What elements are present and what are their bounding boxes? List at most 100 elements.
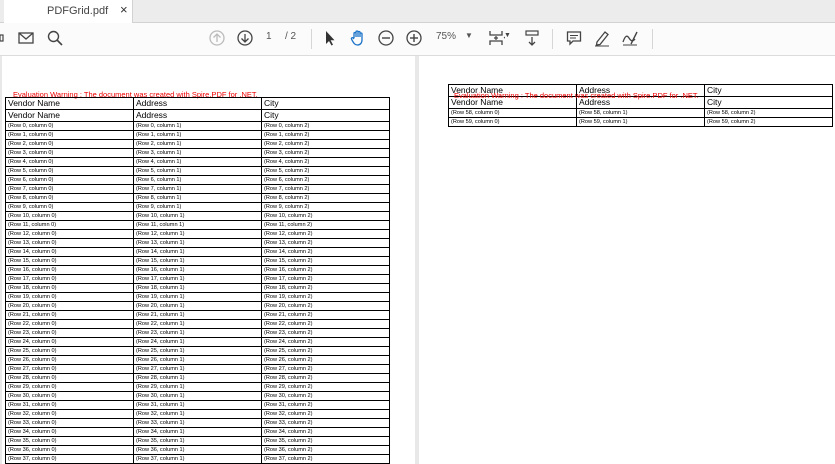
- table-cell: (Row 3, column 2): [261, 148, 390, 158]
- column-header: City: [261, 97, 390, 110]
- pdf-page-2: Vendor Name Address City Vendor Name Add…: [419, 56, 835, 464]
- table-cell: (Row 30, column 2): [261, 391, 390, 401]
- table-cell: (Row 18, column 1): [133, 283, 262, 293]
- table-cell: (Row 37, column 0): [5, 454, 134, 464]
- table-cell: (Row 9, column 0): [5, 202, 134, 212]
- table-row: (Row 33, column 0) (Row 33, column 1) (Row…: [5, 418, 390, 428]
- table-row: (Row 0, column 0) (Row 0, column 1) (Row 0…: [5, 121, 390, 131]
- next-page-icon[interactable]: [233, 26, 257, 50]
- table-cell: (Row 17, column 0): [5, 274, 134, 284]
- table-cell: (Row 12, column 2): [261, 229, 390, 239]
- toolbar-divider: [552, 29, 553, 49]
- table-cell: (Row 14, column 1): [133, 247, 262, 257]
- table-cell: (Row 15, column 1): [133, 256, 262, 266]
- zoom-out-icon[interactable]: [374, 26, 398, 50]
- toolbar-divider: [311, 29, 312, 49]
- table-cell: (Row 7, column 0): [5, 184, 134, 194]
- table-cell: (Row 29, column 2): [261, 382, 390, 392]
- table-cell: (Row 31, column 2): [261, 400, 390, 410]
- table-row: (Row 32, column 0) (Row 32, column 1) (Row…: [5, 409, 390, 419]
- comment-icon[interactable]: [562, 26, 586, 50]
- table-cell: (Row 17, column 2): [261, 274, 390, 284]
- table-cell: (Row 14, column 0): [5, 247, 134, 257]
- tab-title: PDFGrid.pdf: [47, 5, 109, 17]
- sidebar-toggle-icon[interactable]: [0, 26, 8, 50]
- table-cell: (Row 32, column 0): [5, 409, 134, 419]
- table-row: (Row 11, column 0) (Row 11, column 1) (Row…: [5, 220, 390, 230]
- table-cell: (Row 35, column 2): [261, 436, 390, 446]
- table-row: (Row 4, column 0) (Row 4, column 1) (Row 4…: [5, 157, 390, 167]
- table-cell: (Row 1, column 2): [261, 130, 390, 140]
- table-row: (Row 35, column 0) (Row 35, column 1) (Row…: [5, 436, 390, 446]
- table-cell: (Row 24, column 0): [5, 337, 134, 347]
- table-row: (Row 23, column 0) (Row 23, column 1) (Row…: [5, 328, 390, 338]
- table-cell: (Row 6, column 2): [261, 175, 390, 185]
- search-icon[interactable]: [43, 26, 67, 50]
- table-cell: (Row 58, column 2): [704, 108, 833, 118]
- table-cell: (Row 29, column 0): [5, 382, 134, 392]
- table-cell: (Row 5, column 2): [261, 166, 390, 176]
- table-cell: (Row 34, column 2): [261, 427, 390, 437]
- table-row: (Row 31, column 0) (Row 31, column 1) (Row…: [5, 400, 390, 410]
- table-cell: (Row 3, column 1): [133, 148, 262, 158]
- zoom-in-icon[interactable]: [402, 26, 426, 50]
- table-cell: (Row 15, column 0): [5, 256, 134, 266]
- table-cell: (Row 34, column 0): [5, 427, 134, 437]
- table-row: (Row 26, column 0) (Row 26, column 1) (Row…: [5, 355, 390, 365]
- chevron-down-icon[interactable]: ▼: [504, 32, 511, 39]
- table-cell: (Row 59, column 2): [704, 117, 833, 127]
- table-row: (Row 19, column 0) (Row 19, column 1) (Row…: [5, 292, 390, 302]
- pdf-page-1: Evaluation Warning : The document was cr…: [2, 56, 415, 464]
- scroll-mode-icon[interactable]: [520, 26, 544, 50]
- table-cell: (Row 10, column 0): [5, 211, 134, 221]
- table-cell: (Row 25, column 0): [5, 346, 134, 356]
- table-cell: (Row 19, column 0): [5, 292, 134, 302]
- table-cell: (Row 29, column 1): [133, 382, 262, 392]
- select-cursor-icon[interactable]: [318, 26, 342, 50]
- table-cell: (Row 10, column 1): [133, 211, 262, 221]
- table-cell: (Row 18, column 0): [5, 283, 134, 293]
- column-header: City: [704, 96, 833, 109]
- column-header: Address: [133, 109, 262, 122]
- previous-page-icon[interactable]: [205, 26, 229, 50]
- email-icon[interactable]: [14, 26, 38, 50]
- page-number-input[interactable]: 1: [266, 31, 272, 42]
- table-row: (Row 37, column 0) (Row 37, column 1) (Row…: [5, 454, 390, 464]
- table-cell: (Row 34, column 1): [133, 427, 262, 437]
- table-cell: (Row 28, column 0): [5, 373, 134, 383]
- table-cell: (Row 13, column 1): [133, 238, 262, 248]
- table-row: (Row 1, column 0) (Row 1, column 1) (Row 1…: [5, 130, 390, 140]
- table-row: (Row 5, column 0) (Row 5, column 1) (Row 5…: [5, 166, 390, 176]
- table-cell: (Row 24, column 2): [261, 337, 390, 347]
- table-cell: (Row 12, column 1): [133, 229, 262, 239]
- table-row: (Row 2, column 0) (Row 2, column 1) (Row 2…: [5, 139, 390, 149]
- hand-tool-icon[interactable]: [346, 26, 370, 50]
- table-row: (Row 16, column 0) (Row 16, column 1) (Row…: [5, 265, 390, 275]
- table-cell: (Row 9, column 2): [261, 202, 390, 212]
- chevron-down-icon[interactable]: ▼: [465, 31, 473, 40]
- evaluation-warning: Evaluation Warning : The document was cr…: [454, 91, 699, 100]
- table-cell: (Row 27, column 0): [5, 364, 134, 374]
- sign-icon[interactable]: [618, 26, 642, 50]
- close-tab-icon[interactable]: ×: [120, 3, 128, 17]
- document-tab[interactable]: PDFGrid.pdf ×: [4, 0, 133, 23]
- table-row: (Row 34, column 0) (Row 34, column 1) (Row…: [5, 427, 390, 437]
- table-cell: (Row 31, column 1): [133, 400, 262, 410]
- table-header-row: Vendor Name Address City: [5, 97, 390, 110]
- table-cell: (Row 26, column 1): [133, 355, 262, 365]
- table-cell: (Row 4, column 1): [133, 157, 262, 167]
- table-cell: (Row 15, column 2): [261, 256, 390, 266]
- table-cell: (Row 20, column 1): [133, 301, 262, 311]
- table-row: (Row 24, column 0) (Row 24, column 1) (Row…: [5, 337, 390, 347]
- table-cell: (Row 31, column 0): [5, 400, 134, 410]
- document-viewer[interactable]: Evaluation Warning : The document was cr…: [0, 56, 835, 464]
- table-cell: (Row 25, column 1): [133, 346, 262, 356]
- table-cell: (Row 1, column 0): [5, 130, 134, 140]
- table-cell: (Row 28, column 1): [133, 373, 262, 383]
- table-cell: (Row 2, column 1): [133, 139, 262, 149]
- highlight-icon[interactable]: [590, 26, 614, 50]
- table-row: (Row 29, column 0) (Row 29, column 1) (Row…: [5, 382, 390, 392]
- table-cell: (Row 8, column 0): [5, 193, 134, 203]
- table-cell: (Row 2, column 0): [5, 139, 134, 149]
- table-cell: (Row 0, column 0): [5, 121, 134, 131]
